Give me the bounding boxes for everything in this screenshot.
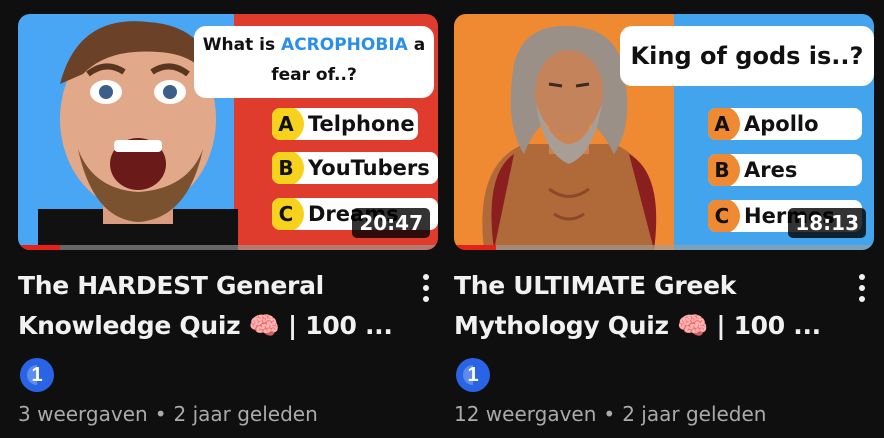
vertical-dots-icon[interactable] [418, 274, 434, 310]
question-accent: ACROPHOBIA [281, 35, 408, 55]
answer-letter: A [708, 108, 740, 140]
answer-text: Apollo [744, 112, 819, 136]
duration-badge: 18:13 [788, 208, 866, 238]
watch-progress-fill [18, 245, 60, 250]
separator-dot: • [154, 402, 167, 426]
answer-letter: B [272, 152, 304, 184]
video-metadata: 12 weergaven • 2 jaar geleden [454, 402, 767, 426]
answer-a: A Telphone [272, 108, 418, 140]
video-title-line-1: The HARDEST General [18, 271, 324, 300]
answer-b: B YouTubers [272, 152, 438, 184]
video-title[interactable]: The ULTIMATE Greek Mythology Quiz 🧠 | 10… [454, 266, 834, 346]
video-title-line-1: The ULTIMATE Greek [454, 271, 737, 300]
separator-dot: • [603, 402, 616, 426]
answer-a: A Apollo [708, 108, 862, 140]
video-thumbnail[interactable]: What is ACROPHOBIA a fear of..? A Telpho… [18, 14, 438, 250]
video-title-line-2: Mythology Quiz 🧠 | 100 ... [454, 311, 821, 340]
view-count: 12 weergaven [454, 402, 597, 426]
vertical-dots-icon[interactable] [854, 274, 870, 310]
video-metadata: 3 weergaven • 2 jaar geleden [18, 402, 318, 426]
video-title[interactable]: The HARDEST General Knowledge Quiz 🧠 | 1… [18, 266, 398, 346]
answer-letter: C [708, 200, 740, 232]
answer-b: B Ares [708, 154, 862, 186]
video-thumbnail[interactable]: King of gods is..? A Apollo B Ares C Her… [454, 14, 874, 250]
answer-text: YouTubers [308, 156, 430, 180]
video-card-2[interactable]: King of gods is..? A Apollo B Ares C Her… [454, 14, 874, 434]
video-title-line-2: Knowledge Quiz 🧠 | 100 ... [18, 311, 393, 340]
channel-avatar-icon[interactable]: 1 [20, 358, 54, 392]
video-card-1[interactable]: What is ACROPHOBIA a fear of..? A Telpho… [18, 14, 438, 434]
channel-avatar-icon[interactable]: 1 [456, 358, 490, 392]
upload-age: 2 jaar geleden [173, 402, 318, 426]
watch-progress-bar [18, 245, 438, 250]
answer-letter: B [708, 154, 740, 186]
question-box: King of gods is..? [620, 26, 874, 86]
watch-progress-fill [454, 245, 496, 250]
answer-text: Ares [744, 158, 798, 182]
answer-text: Telphone [308, 112, 415, 136]
answer-letter: A [272, 108, 304, 140]
upload-age: 2 jaar geleden [622, 402, 767, 426]
watch-progress-bar [454, 245, 874, 250]
duration-badge: 20:47 [352, 208, 430, 238]
question-box: What is ACROPHOBIA a fear of..? [194, 26, 434, 98]
question-text-pre: What is [202, 35, 282, 55]
view-count: 3 weergaven [18, 402, 148, 426]
answer-letter: C [272, 198, 304, 230]
